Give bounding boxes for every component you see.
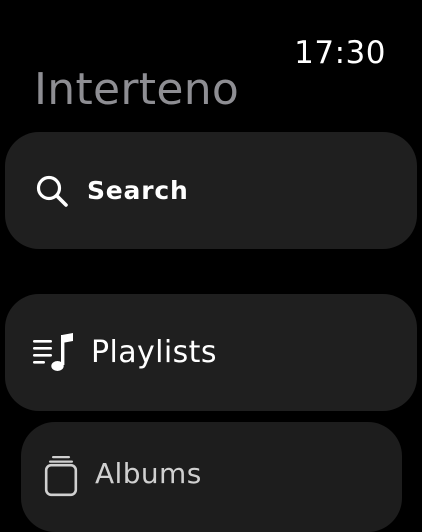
search-icon bbox=[35, 174, 69, 208]
albums-icon bbox=[43, 454, 79, 498]
status-time: 17:30 bbox=[294, 35, 386, 71]
albums-label: Albums bbox=[95, 457, 202, 490]
playlists-label: Playlists bbox=[91, 335, 217, 370]
search-button[interactable]: Search bbox=[5, 132, 417, 249]
playlist-icon bbox=[31, 332, 79, 374]
playlists-button[interactable]: Playlists bbox=[5, 294, 417, 411]
app-title: Interteno bbox=[34, 64, 240, 115]
search-label: Search bbox=[87, 176, 189, 205]
albums-button[interactable]: Albums bbox=[21, 422, 402, 532]
